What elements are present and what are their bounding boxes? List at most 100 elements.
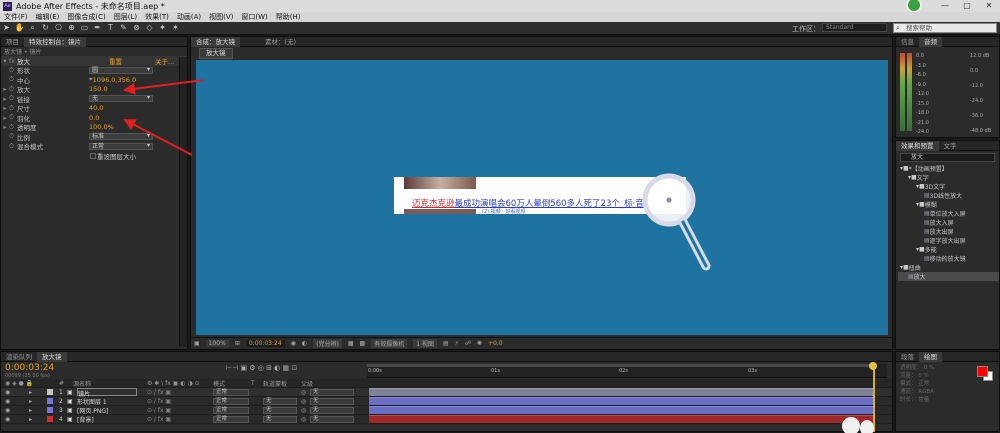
label-color-swatch[interactable] <box>47 416 53 422</box>
twirl-icon[interactable]: ▸ <box>29 416 32 423</box>
stopwatch-icon[interactable]: ⏱ <box>9 104 17 113</box>
twirl-icon[interactable]: ▸ <box>1 123 9 131</box>
layer-switches[interactable]: ⊙ / fx ▣ <box>147 398 171 405</box>
roto-brush-icon[interactable]: ✦ <box>157 23 168 33</box>
comp-canvas[interactable]: 迈克杰克逊最成功演唱会60万人晕倒560多人死了23个_标·音 (2) 视频 ·… <box>196 60 888 335</box>
hand-tool-icon[interactable]: ✋ <box>14 23 25 33</box>
stopwatch-icon[interactable]: ⏱ <box>9 113 17 122</box>
camera-tool-icon[interactable]: ⎔ <box>53 23 64 33</box>
timeline-layer-row[interactable]: ◉ ▸ 4 ▣ [背景] ⊙ / fx ▣ 正常 无 ◎ 无 <box>1 415 892 424</box>
tab-render-queue[interactable]: 渲染队列 <box>1 352 37 362</box>
always-preview-icon[interactable]: ▣ <box>194 340 200 347</box>
layer-switches[interactable]: ⊙ / fx ▣ <box>147 416 171 423</box>
menu-view[interactable]: 视图(V) <box>209 12 233 22</box>
tab-paragraph[interactable]: 段落 <box>896 352 919 362</box>
tab-project[interactable]: 项目 <box>1 37 24 47</box>
duration-value[interactable]: 常量 <box>918 397 929 403</box>
effects-tree-item[interactable]: ▤ 移动的放大镜 <box>898 254 999 263</box>
tab-audio[interactable]: 音频 <box>919 36 942 47</box>
layer-duration-bar[interactable] <box>369 388 875 396</box>
magnifier-glass-icon[interactable] <box>636 170 716 280</box>
channel-value[interactable]: RGBA <box>918 389 934 395</box>
layer-duration-bar[interactable] <box>369 415 875 423</box>
label-color-swatch[interactable] <box>47 398 53 404</box>
pen-tool-icon[interactable]: ✒ <box>92 23 103 33</box>
stopwatch-icon[interactable]: ⏱ <box>9 123 17 132</box>
brush-tool-icon[interactable]: ✎ <box>118 23 129 33</box>
resolution-select[interactable]: (完分辨) <box>313 338 342 348</box>
parent-pickwhip-icon[interactable]: ◎ <box>301 416 306 423</box>
layer-mode-select[interactable]: 正常 <box>213 398 249 405</box>
eye-icon[interactable]: ◉ <box>5 398 10 405</box>
sub-tab-composition[interactable]: 放大镜 <box>199 47 233 59</box>
stopwatch-icon[interactable]: ⏱ <box>9 66 17 75</box>
twirl-icon[interactable]: ▸ <box>1 95 9 103</box>
workspace-select[interactable]: Standard <box>822 23 887 32</box>
comp-timecode[interactable]: 0:00:03:24 <box>245 339 285 347</box>
layer-switches[interactable]: ⊙ / fx ▣ <box>147 389 171 396</box>
menu-file[interactable]: 文件(F) <box>4 12 28 22</box>
eye-icon[interactable]: ◉ <box>5 389 10 396</box>
timeline-layer-row[interactable]: ◉ ▸ 2 ▣ 形状图层 1 ⊙ / fx ▣ 正常 无 ◎ 无 <box>1 397 892 406</box>
opacity-value[interactable]: 0 % <box>924 365 934 371</box>
pan-behind-tool-icon[interactable]: ⊕ <box>66 23 77 33</box>
menu-help[interactable]: 帮助(H) <box>276 12 301 22</box>
layer-mode-select[interactable]: 正常 <box>213 407 249 414</box>
views-select[interactable]: 1 视图 <box>413 338 437 348</box>
maximize-icon[interactable]: ▢ <box>956 0 978 12</box>
tab-timeline-comp[interactable]: 放大镜 <box>37 351 67 362</box>
menu-edit[interactable]: 编辑(E) <box>36 12 60 22</box>
selection-tool-icon[interactable]: ➤ <box>1 23 12 33</box>
effects-tree-item[interactable]: ▤ 放大入屏 <box>898 218 999 227</box>
exposure-icon[interactable]: ✺ <box>477 340 482 347</box>
layer-name[interactable]: 镜片 <box>77 388 137 398</box>
time-ruler[interactable]: 0:00s 01s 02s 03s <box>367 364 887 378</box>
effects-tree-item[interactable]: ▤ 3D线性放大 <box>898 191 999 200</box>
tab-composition[interactable]: 合成：放大镜 <box>191 36 240 47</box>
twirl-icon[interactable]: ▸ <box>29 398 32 405</box>
about-link[interactable]: 关于... <box>155 56 174 66</box>
checkbox-icon[interactable] <box>90 152 96 159</box>
text-tool-icon[interactable]: T <box>105 23 116 33</box>
layer-trkmat-select[interactable]: 无 <box>263 407 297 414</box>
effects-tree-item[interactable]: ▾■ 多能 <box>898 245 999 254</box>
label-color-swatch[interactable] <box>47 407 53 413</box>
puppet-tool-icon[interactable]: ✶ <box>170 23 181 33</box>
layer-duration-bar[interactable] <box>369 406 875 414</box>
zoom-tool-icon[interactable]: ⌕ <box>27 23 38 33</box>
twirl-icon[interactable]: ▾ <box>1 57 9 65</box>
twirl-icon[interactable]: ▸ <box>29 389 32 396</box>
layer-name[interactable]: [网页.PNG] <box>77 406 137 415</box>
effects-tree-item[interactable]: ▤ 逐字放大出屏 <box>898 236 999 245</box>
time-indicator-head[interactable] <box>869 362 877 370</box>
effects-tree-item[interactable]: ▤ 放大出屏 <box>898 227 999 236</box>
stopwatch-icon[interactable]: ⏱ <box>9 75 17 84</box>
zoom-select[interactable]: 100% <box>205 339 229 347</box>
region-icon[interactable]: ▦ <box>348 340 354 347</box>
close-icon[interactable]: ✕ <box>978 0 1000 12</box>
effects-tree-item[interactable]: ▾■ 扭曲 <box>898 263 999 272</box>
layer-trkmat-select[interactable]: 无 <box>263 416 297 423</box>
twirl-icon[interactable]: ▸ <box>1 104 9 112</box>
stopwatch-icon[interactable]: ⏱ <box>9 85 17 94</box>
parent-pickwhip-icon[interactable]: ◎ <box>301 407 306 414</box>
effects-tree-item[interactable]: ▾■ 3D文字 <box>898 182 999 191</box>
parent-pickwhip-icon[interactable]: ◎ <box>301 398 306 405</box>
eraser-tool-icon[interactable]: ◇ <box>144 23 155 33</box>
foreground-color-swatch[interactable] <box>977 366 988 377</box>
layer-trkmat-select[interactable]: 无 <box>263 398 297 405</box>
tab-footage[interactable]: 素材：(无) <box>260 37 301 47</box>
twirl-icon[interactable]: ▸ <box>29 407 32 414</box>
layer-name[interactable]: 形状图层 1 <box>77 397 137 406</box>
layer-mode-select[interactable]: 正常 <box>213 389 249 396</box>
effects-tree-item[interactable]: ▤ 单位放大入屏 <box>898 209 999 218</box>
parent-pickwhip-icon[interactable]: ◎ <box>301 389 306 396</box>
layer-mode-select[interactable]: 正常 <box>213 416 249 423</box>
menu-window[interactable]: 窗口(W) <box>241 12 267 22</box>
timeline-timecode[interactable]: 0:00:03:24 <box>5 363 54 373</box>
tab-info[interactable]: 信息 <box>896 37 919 47</box>
twirl-icon[interactable]: ▸ <box>1 114 9 122</box>
help-search-input[interactable]: 搜索帮助 <box>893 23 997 33</box>
eye-icon[interactable]: ◉ <box>5 407 10 414</box>
stopwatch-icon[interactable]: ⏱ <box>9 142 17 151</box>
